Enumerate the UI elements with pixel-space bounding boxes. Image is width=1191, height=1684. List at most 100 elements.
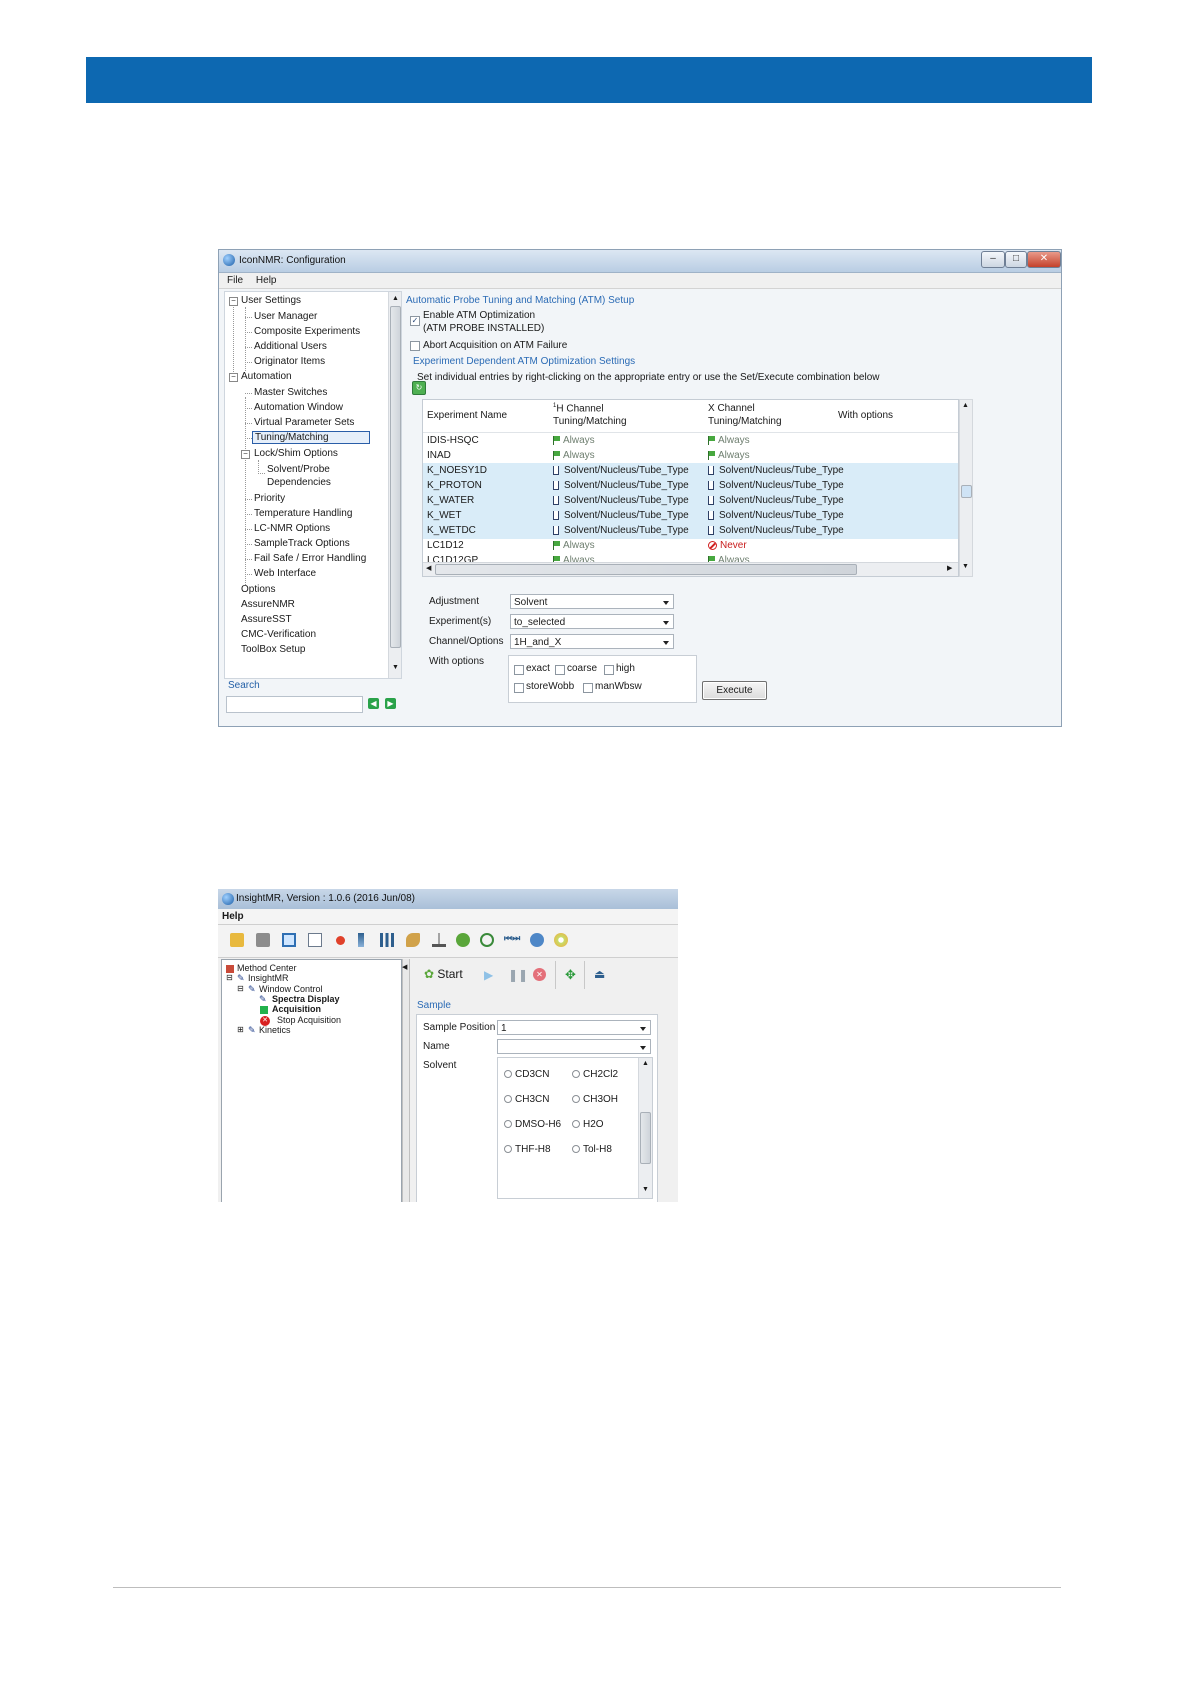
close-icon[interactable]: ✕: [1027, 251, 1061, 268]
tree-virtual-parameter-sets[interactable]: Virtual Parameter Sets: [254, 417, 354, 428]
clover-icon[interactable]: ✥: [565, 967, 576, 983]
table-row[interactable]: IDIS-HSQC Always Always: [423, 433, 958, 449]
high-checkbox[interactable]: [604, 665, 614, 675]
search-next-icon[interactable]: ▶: [385, 698, 396, 709]
collapse-icon[interactable]: ⊟: [226, 973, 233, 982]
scroll-down-icon[interactable]: ▼: [392, 664, 399, 671]
exact-checkbox[interactable]: [514, 665, 524, 675]
layout-icon[interactable]: [308, 933, 322, 947]
tree-window-control[interactable]: Window Control: [259, 984, 323, 994]
refresh-icon[interactable]: ↻: [412, 381, 426, 395]
stop-icon[interactable]: ✕: [533, 968, 546, 981]
play-icon[interactable]: ▶: [484, 968, 493, 982]
tree-tuning-matching[interactable]: Tuning/Matching: [252, 431, 370, 444]
tree-acquisition[interactable]: Acquisition: [272, 1004, 321, 1014]
collapse-left-icon[interactable]: ◀: [402, 963, 407, 971]
solvent-option[interactable]: CH3OH: [572, 1094, 618, 1105]
tree-user-manager[interactable]: User Manager: [254, 311, 317, 322]
table-row[interactable]: K_WETDC Solvent/Nucleus/Tube_Type Solvent/…: [423, 523, 958, 539]
table-row[interactable]: LC1D12 Always Never: [423, 538, 958, 554]
tree-assurenmr[interactable]: AssureNMR: [241, 599, 295, 610]
menu-file[interactable]: File: [227, 275, 243, 286]
scroll-up-icon[interactable]: ▲: [642, 1060, 649, 1067]
collapse-lock-shim-icon[interactable]: −: [241, 450, 250, 459]
table-hscroll-thumb[interactable]: [435, 564, 857, 575]
pause-icon[interactable]: ❚❚: [508, 968, 528, 982]
tree-additional-users[interactable]: Additional Users: [254, 341, 327, 352]
tree-automation[interactable]: Automation: [241, 371, 292, 382]
cloud-icon[interactable]: [530, 933, 544, 947]
tree-kinetics[interactable]: Kinetics: [259, 1025, 291, 1035]
maximize-icon[interactable]: □: [1005, 251, 1027, 268]
start-button[interactable]: ✿ Start: [424, 967, 463, 981]
solvent-option[interactable]: DMSO-H6: [504, 1119, 561, 1130]
adjust-icon[interactable]: [380, 933, 394, 947]
col-h-channel[interactable]: 1H Channel: [553, 403, 604, 414]
manwbsw-checkbox[interactable]: [583, 683, 593, 693]
tree-originator-items[interactable]: Originator Items: [254, 356, 325, 367]
scroll-up-icon[interactable]: ▲: [392, 295, 399, 302]
tree-lc-nmr-options[interactable]: LC-NMR Options: [254, 523, 330, 534]
execute-button[interactable]: Execute: [702, 681, 767, 700]
disc-icon[interactable]: [554, 933, 568, 947]
experiments-select[interactable]: to_selected: [510, 614, 674, 629]
col-x-channel[interactable]: X Channel: [708, 403, 755, 414]
tree-master-switches[interactable]: Master Switches: [254, 387, 327, 398]
name-select[interactable]: [497, 1039, 651, 1054]
table-scroll-down-icon[interactable]: ▼: [962, 563, 969, 570]
collapse-user-settings-icon[interactable]: −: [229, 297, 238, 306]
tree-method-center[interactable]: Method Center: [237, 963, 297, 973]
scroll-right-icon[interactable]: ▶: [947, 564, 952, 572]
scroll-left-icon[interactable]: ◀: [426, 564, 431, 572]
sample-position-select[interactable]: 1: [497, 1020, 651, 1035]
step-icon[interactable]: ⏮⏭: [504, 933, 520, 947]
sort-icon[interactable]: [358, 933, 364, 947]
tree-stop-acquisition[interactable]: Stop Acquisition: [277, 1015, 341, 1025]
table-vscroll-thumb[interactable]: [961, 485, 972, 498]
solvent-scrollbar[interactable]: ▲ ▼: [638, 1058, 652, 1198]
collapse-automation-icon[interactable]: −: [229, 373, 238, 382]
tree-sampletrack-options[interactable]: SampleTrack Options: [254, 538, 350, 549]
solvent-scroll-thumb[interactable]: [640, 1112, 651, 1164]
tree-lock-shim-options[interactable]: Lock/Shim Options: [254, 448, 338, 459]
splitter[interactable]: ◀: [402, 959, 410, 1202]
tree-cmc-verification[interactable]: CMC-Verification: [241, 629, 316, 640]
minimize-icon[interactable]: –: [981, 251, 1005, 268]
channel-select[interactable]: 1H_and_X: [510, 634, 674, 649]
record-icon[interactable]: [336, 936, 345, 945]
menu-help[interactable]: Help: [256, 275, 277, 286]
expand-icon[interactable]: ⊞: [237, 1025, 244, 1034]
tree-insightmr[interactable]: InsightMR: [248, 973, 289, 983]
search-input[interactable]: [226, 696, 363, 713]
tree-scroll-thumb[interactable]: [390, 306, 401, 648]
zoom-icon[interactable]: [480, 933, 494, 947]
tree-dependencies[interactable]: Dependencies: [267, 477, 331, 488]
tree-priority[interactable]: Priority: [254, 493, 285, 504]
enable-atm-checkbox[interactable]: ✓: [410, 316, 420, 326]
brush-icon[interactable]: [406, 933, 420, 947]
adjustment-select[interactable]: Solvent: [510, 594, 674, 609]
menu-help[interactable]: Help: [222, 911, 244, 922]
coarse-checkbox[interactable]: [555, 665, 565, 675]
table-row[interactable]: K_WET Solvent/Nucleus/Tube_Type Solvent/Nu…: [423, 508, 958, 524]
table-row[interactable]: K_WATER Solvent/Nucleus/Tube_Type Solvent/…: [423, 493, 958, 509]
table-row[interactable]: K_NOESY1D Solvent/Nucleus/Tube_Type Solven…: [423, 463, 958, 479]
table-scroll-up-icon[interactable]: ▲: [962, 402, 969, 409]
monitor-icon[interactable]: [282, 933, 296, 947]
eject-icon[interactable]: ⏏: [594, 967, 605, 981]
tree-assuresst[interactable]: AssureSST: [241, 614, 292, 625]
storewobb-checkbox[interactable]: [514, 683, 524, 693]
collapse-icon[interactable]: ⊟: [237, 984, 244, 993]
refresh-icon[interactable]: [456, 933, 470, 947]
col-with-options[interactable]: With options: [838, 410, 893, 421]
solvent-option[interactable]: H2O: [572, 1119, 604, 1130]
solvent-option[interactable]: CD3CN: [504, 1069, 549, 1080]
tree-scrollbar[interactable]: ▲ ▼: [388, 292, 401, 678]
tree-temperature-handling[interactable]: Temperature Handling: [254, 508, 352, 519]
table-row[interactable]: INAD Always Always: [423, 448, 958, 464]
tree-user-settings[interactable]: User Settings: [241, 295, 301, 306]
scroll-down-icon[interactable]: ▼: [642, 1186, 649, 1193]
tree-web-interface[interactable]: Web Interface: [254, 568, 316, 579]
table-hscrollbar[interactable]: ◀ ▶: [423, 562, 958, 576]
abort-acquisition-checkbox[interactable]: [410, 341, 420, 351]
